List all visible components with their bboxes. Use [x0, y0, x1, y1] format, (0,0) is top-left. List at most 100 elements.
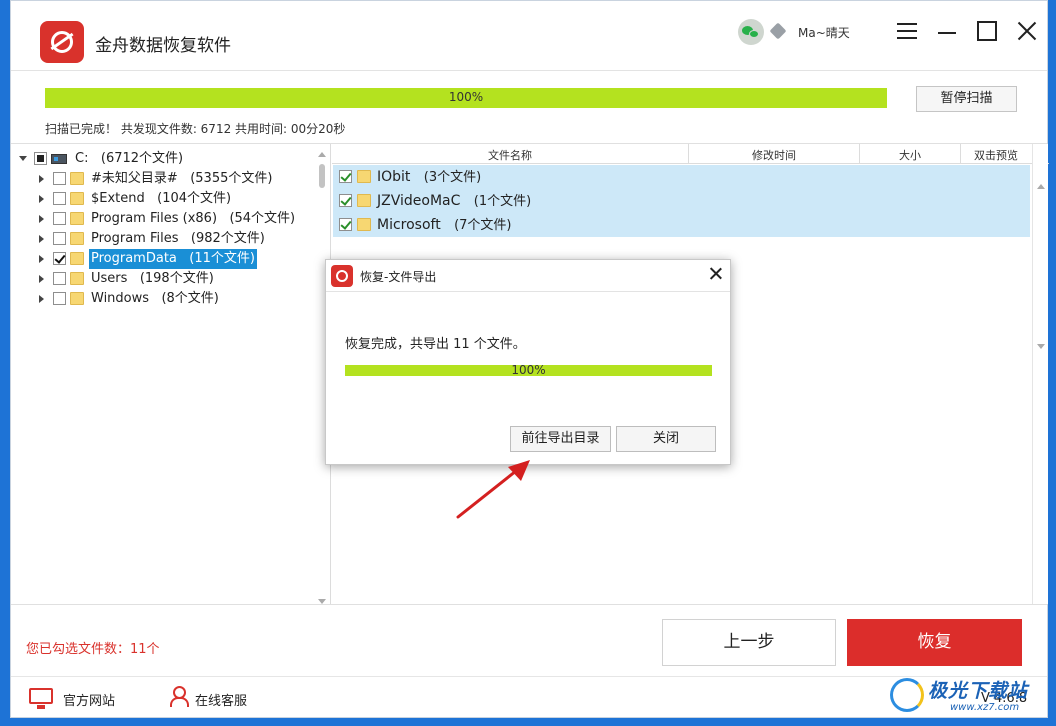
dialog-title: 恢复-文件导出: [360, 270, 437, 284]
folder-icon: [70, 252, 84, 265]
row-checkbox[interactable]: [339, 170, 352, 183]
collapse-arrow-icon[interactable]: [39, 195, 44, 203]
customer-service-icon[interactable]: [169, 686, 189, 707]
tree-item-count: (982个文件): [190, 231, 265, 246]
tree-item-label: Program Files: [91, 231, 179, 246]
tree-item[interactable]: $Extend (104个文件): [39, 189, 309, 209]
scan-progress-bar: 100%: [45, 88, 887, 108]
close-window-icon[interactable]: [1017, 21, 1037, 41]
column-header-modified[interactable]: 修改时间: [689, 147, 859, 163]
folder-icon: [70, 172, 84, 185]
folder-icon: [70, 292, 84, 305]
file-list-row[interactable]: Microsoft (7个文件): [333, 213, 1030, 237]
export-complete-dialog: 恢复-文件导出 恢复完成，共导出 11 个文件。 100% 前往导出目录 关闭: [325, 259, 731, 465]
drive-icon: [51, 154, 67, 164]
tree-item-selected[interactable]: ProgramData (11个文件): [39, 249, 309, 269]
selected-count-text: 您已勾选文件数：11个: [26, 642, 160, 657]
scan-status-text: 扫描已完成！ 共发现文件数: 6712 共用时间: 00分20秒: [45, 122, 346, 136]
scan-progress-label: 100%: [448, 90, 484, 104]
row-name: JZVideoMaC: [377, 193, 461, 209]
column-header-preview[interactable]: 双击预览: [961, 147, 1031, 163]
app-logo-icon: [40, 21, 84, 63]
watermark-text: 极光下载站: [928, 680, 1029, 702]
monitor-icon[interactable]: [29, 688, 53, 709]
app-title: 金舟数据恢复软件: [95, 36, 231, 56]
tree-item-count: (54个文件): [229, 211, 296, 226]
row-count: (1个文件): [473, 194, 532, 209]
column-header-name[interactable]: 文件名称: [332, 147, 688, 163]
folder-icon: [70, 272, 84, 285]
annotation-arrow-icon: [456, 460, 530, 519]
tree-item-checkbox[interactable]: [53, 292, 66, 305]
watermark-logo: 极光下载站 www.xz7.com: [888, 672, 1036, 718]
collapse-arrow-icon[interactable]: [39, 295, 44, 303]
tree-root-label: C:: [75, 151, 89, 166]
file-list-row[interactable]: IObit (3个文件): [333, 165, 1030, 189]
row-name: Microsoft: [377, 217, 441, 233]
dialog-logo-icon: [331, 265, 353, 287]
export-progress-label: 100%: [511, 363, 546, 377]
collapse-arrow-icon[interactable]: [39, 255, 44, 263]
previous-step-button[interactable]: 上一步: [662, 619, 836, 666]
tree-item[interactable]: Program Files (x86) (54个文件): [39, 209, 314, 229]
dialog-close-button[interactable]: 关闭: [616, 426, 716, 452]
folder-icon: [70, 192, 84, 205]
dialog-message: 恢复完成，共导出 11 个文件。: [345, 337, 526, 352]
tree-item[interactable]: Users (198个文件): [39, 269, 309, 289]
folder-icon: [70, 232, 84, 245]
tree-item-checkbox[interactable]: [53, 232, 66, 245]
collapse-arrow-icon[interactable]: [39, 275, 44, 283]
tree-item-label: #未知父目录#: [91, 171, 178, 186]
tree-item-label: $Extend: [91, 191, 145, 206]
tree-item-checkbox[interactable]: [53, 192, 66, 205]
tree-item-label: Windows: [91, 291, 150, 306]
tree-item-checkbox[interactable]: [53, 252, 66, 265]
minimize-icon[interactable]: [938, 32, 956, 34]
folder-icon: [357, 194, 371, 207]
online-service-link[interactable]: 在线客服: [195, 690, 247, 709]
tree-item[interactable]: Windows (8个文件): [39, 289, 309, 309]
tree-item-count: (8个文件): [161, 291, 219, 306]
file-list-header: 文件名称 修改时间 大小 双击预览: [332, 144, 1049, 164]
tree-item-label: Program Files (x86): [91, 211, 218, 226]
collapse-arrow-icon[interactable]: [39, 175, 44, 183]
expand-arrow-icon[interactable]: [19, 156, 27, 161]
scroll-down-icon[interactable]: [1037, 344, 1045, 349]
tree-item[interactable]: #未知父目录# (5355个文件): [39, 169, 309, 189]
pause-scan-button[interactable]: 暂停扫描: [916, 86, 1017, 112]
scroll-thumb[interactable]: [319, 164, 325, 188]
row-checkbox[interactable]: [339, 194, 352, 207]
open-export-directory-button[interactable]: 前往导出目录: [510, 426, 611, 452]
username-label[interactable]: Ma~晴天: [798, 24, 850, 41]
maximize-icon[interactable]: [977, 21, 997, 41]
collapse-arrow-icon[interactable]: [39, 235, 44, 243]
divider: [11, 604, 1047, 605]
menu-icon[interactable]: [897, 23, 917, 39]
official-site-link[interactable]: 官方网站: [63, 690, 115, 709]
export-progress-bar: 100%: [345, 363, 712, 377]
folder-icon: [70, 212, 84, 225]
watermark-url: www.xz7.com: [950, 702, 1020, 713]
scroll-up-icon[interactable]: [1037, 184, 1045, 189]
row-checkbox[interactable]: [339, 218, 352, 231]
watermark-logo-icon: [890, 678, 924, 712]
folder-icon: [357, 170, 371, 183]
tree-root-item[interactable]: C: (6712个文件): [19, 149, 279, 169]
tree-item[interactable]: Program Files (982个文件): [39, 229, 309, 249]
file-list-scrollbar[interactable]: [1032, 144, 1048, 604]
scroll-up-icon[interactable]: [318, 152, 326, 157]
tree-item-checkbox[interactable]: [53, 212, 66, 225]
column-header-size[interactable]: 大小: [860, 147, 960, 163]
tree-root-checkbox[interactable]: [34, 152, 47, 165]
row-name: IObit: [377, 169, 411, 185]
divider: [326, 291, 730, 292]
dialog-close-icon[interactable]: [710, 268, 722, 280]
tree-item-checkbox[interactable]: [53, 272, 66, 285]
tree-root-count: (6712个文件): [100, 151, 184, 166]
row-count: (3个文件): [423, 170, 482, 185]
recover-button[interactable]: 恢复: [847, 619, 1022, 666]
tree-item-checkbox[interactable]: [53, 172, 66, 185]
collapse-arrow-icon[interactable]: [39, 215, 44, 223]
wechat-icon[interactable]: [738, 19, 764, 45]
file-list-row[interactable]: JZVideoMaC (1个文件): [333, 189, 1030, 213]
